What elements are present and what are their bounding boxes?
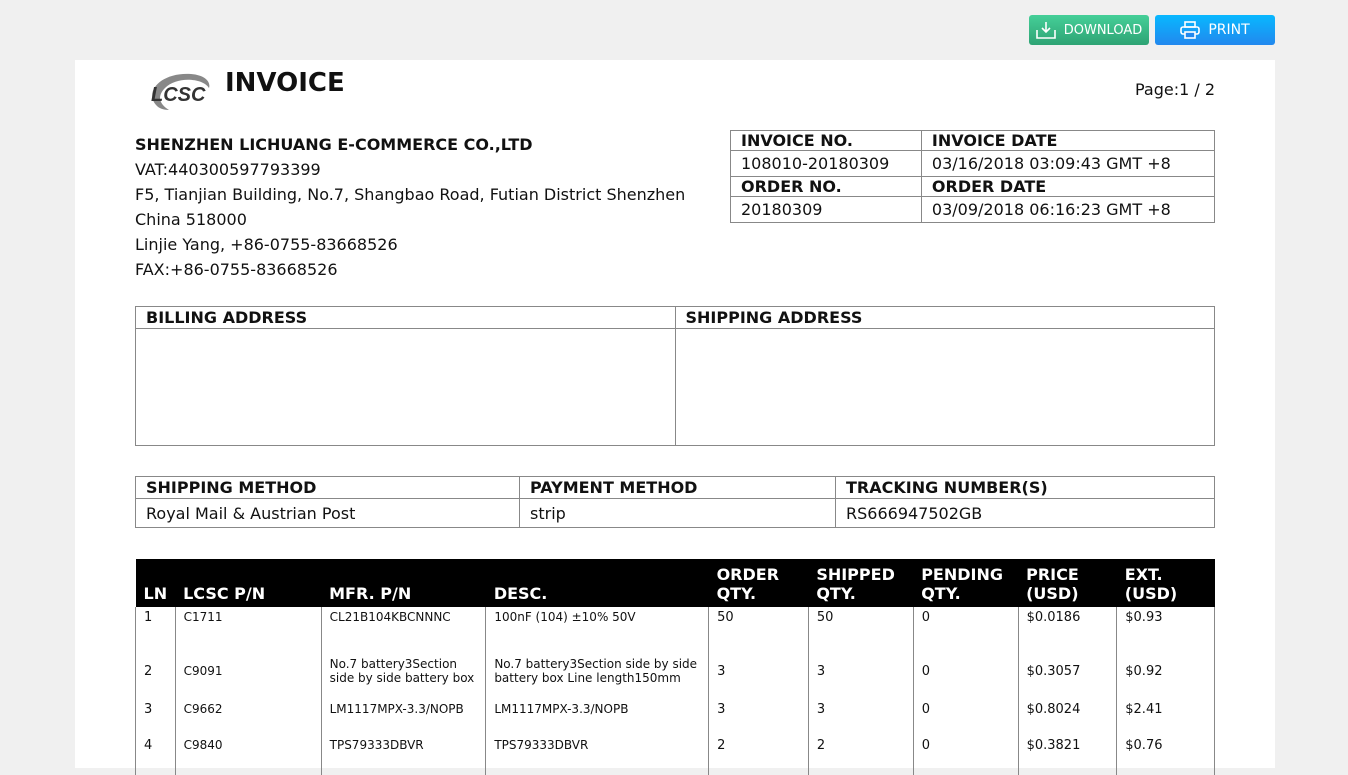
download-label: DOWNLOAD — [1063, 22, 1143, 38]
shipping-method: Royal Mail & Austrian Post — [135, 498, 520, 528]
company-info: SHENZHEN LICHUANG E-COMMERCE CO.,LTD VAT… — [135, 132, 685, 282]
column-header: PRICE (USD) — [1018, 559, 1117, 607]
table-cell: $0.93 — [1116, 607, 1215, 643]
company-name: SHENZHEN LICHUANG E-COMMERCE CO.,LTD — [135, 135, 533, 154]
page-indicator: Page:1 / 2 — [1134, 80, 1215, 99]
print-button[interactable]: PRINT — [1155, 15, 1275, 45]
column-header: LN — [135, 559, 176, 607]
invoice-date: 03/16/2018 03:09:43 GMT +8 — [920, 150, 1216, 177]
table-cell: TPS79333DBVR — [320, 735, 487, 775]
table-cell: 0 — [912, 735, 1019, 775]
order-date: 03/09/2018 06:16:23 GMT +8 — [920, 196, 1216, 223]
column-header: PENDING QTY. — [913, 559, 1019, 607]
company-contact: Linjie Yang, +86-0755-83668526 — [135, 235, 398, 254]
invoice-title: INVOICE — [225, 68, 345, 98]
invoice-page: LCSC INVOICE Page:1 / 2 SHENZHEN LICHUAN… — [75, 60, 1275, 775]
items-table: LN LCSC P/N MFR. P/N DESC. ORDER QTY. SHIPPED… — [135, 559, 1215, 775]
billing-address — [135, 328, 676, 446]
tracking-label: TRACKING NUMBER(S) — [835, 476, 1215, 499]
table-cell: 4 — [135, 735, 176, 775]
method-table: SHIPPING METHOD PAYMENT METHOD TRACKING NU… — [135, 476, 1215, 528]
company-fax: FAX:+86-0755-83668526 — [135, 260, 338, 279]
order-no-label: ORDER NO. — [730, 176, 922, 197]
shipping-address — [674, 328, 1215, 446]
tracking-number: RS666947502GB — [835, 498, 1215, 528]
column-header: DESC. — [485, 559, 709, 607]
table-cell: TPS79333DBVR — [485, 735, 710, 775]
table-cell: 0 — [912, 699, 1019, 735]
table-cell: $0.92 — [1116, 643, 1215, 699]
column-header: MFR. P/N — [321, 559, 486, 607]
table-cell: LM1117MPX-3.3/NOPB — [320, 699, 487, 735]
print-label: PRINT — [1208, 22, 1250, 38]
printer-icon — [1180, 21, 1201, 39]
invoice-date-label: INVOICE DATE — [920, 130, 1216, 151]
table-cell: $0.0186 — [1017, 607, 1118, 643]
table-cell: C9662 — [174, 699, 322, 735]
company-address-1: F5, Tianjian Building, No.7, Shangbao Ro… — [135, 185, 686, 204]
table-cell: 50 — [807, 607, 914, 643]
table-cell: 0 — [912, 607, 1019, 643]
invoice-info-table: INVOICE NO. INVOICE DATE 108010-20180309 0… — [730, 130, 1216, 223]
table-cell: CL21B104KBCNNNC — [320, 607, 487, 643]
table-cell: $0.76 — [1116, 735, 1215, 775]
billing-address-label: BILLING ADDRESS — [135, 306, 676, 329]
table-cell: 1 — [135, 607, 176, 643]
table-cell: $0.8024 — [1017, 699, 1118, 735]
shipping-address-label: SHIPPING ADDRESS — [674, 306, 1215, 329]
table-cell: No.7 battery3Section side by side batter… — [485, 643, 710, 699]
table-cell: 100nF (104) ±10% 50V — [485, 607, 710, 643]
table-cell: 3 — [708, 699, 809, 735]
company-vat: VAT:440300597793399 — [135, 160, 321, 179]
table-cell: 2 — [807, 735, 914, 775]
invoice-no: 108010-20180309 — [730, 150, 922, 177]
column-header: EXT. (USD) — [1116, 559, 1215, 607]
table-cell: 0 — [912, 643, 1019, 699]
payment-method: strip — [519, 498, 836, 528]
payment-method-label: PAYMENT METHOD — [519, 476, 836, 499]
table-cell: 3 — [708, 643, 809, 699]
lcsc-logo: LCSC — [151, 73, 210, 110]
company-address-2: China 518000 — [135, 210, 247, 229]
order-no: 20180309 — [730, 196, 922, 223]
column-header: ORDER QTY. — [708, 559, 809, 607]
table-cell: 3 — [807, 643, 914, 699]
shipping-method-label: SHIPPING METHOD — [135, 476, 520, 499]
download-icon — [1035, 22, 1056, 39]
table-cell: 50 — [708, 607, 809, 643]
table-cell: C9091 — [174, 643, 322, 699]
table-cell: No.7 battery3Section side by side batter… — [320, 643, 487, 699]
table-row: 1 C1711 CL21B104KBCNNNC 100nF (104) ±10% 50… — [135, 607, 1215, 643]
table-cell: 2 — [135, 643, 176, 699]
svg-text:LCSC: LCSC — [151, 84, 206, 106]
table-cell: $0.3057 — [1017, 643, 1118, 699]
table-cell: $2.41 — [1116, 699, 1215, 735]
table-cell: C1711 — [174, 607, 322, 643]
invoice-no-label: INVOICE NO. — [730, 130, 922, 151]
download-button[interactable]: DOWNLOAD — [1029, 15, 1149, 45]
table-cell: 2 — [708, 735, 809, 775]
table-cell: LM1117MPX-3.3/NOPB — [485, 699, 710, 735]
order-date-label: ORDER DATE — [920, 176, 1216, 197]
address-table: BILLING ADDRESS SHIPPING ADDRESS — [135, 306, 1215, 446]
table-row: 4 C9840 TPS79333DBVR TPS79333DBVR 2 2 0 $0.3821… — [135, 735, 1215, 775]
table-cell: $0.3821 — [1017, 735, 1118, 775]
table-cell: 3 — [807, 699, 914, 735]
table-cell: 3 — [135, 699, 176, 735]
table-cell: C9840 — [174, 735, 322, 775]
table-row: 3 C9662 LM1117MPX-3.3/NOPB LM1117MPX-3.3/NO… — [135, 699, 1215, 735]
column-header: SHIPPED QTY. — [808, 559, 914, 607]
column-header: LCSC P/N — [175, 559, 322, 607]
table-row: 2 C9091 No.7 battery3Section side by side … — [135, 643, 1215, 699]
